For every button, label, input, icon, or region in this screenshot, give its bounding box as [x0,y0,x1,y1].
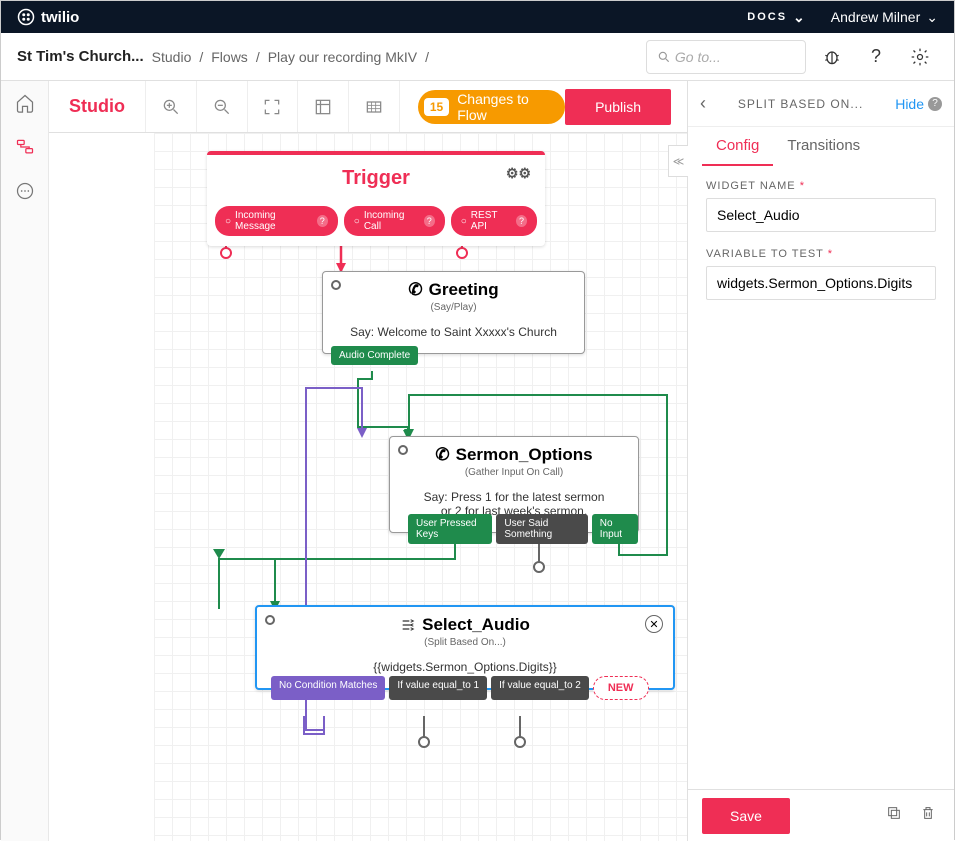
phone-icon: ✆ [408,280,422,300]
widget-trigger[interactable]: Trigger ⚙⚙ ○ Incoming Message ? ○ Incomi… [207,151,545,246]
more-icon[interactable] [9,175,41,207]
fit-screen-button[interactable] [248,81,299,132]
help-icon[interactable]: ? [858,39,894,75]
widget-name-input[interactable] [706,198,936,232]
split-icon [400,617,416,633]
zoom-in-button[interactable] [146,81,197,132]
twilio-icon [17,8,35,26]
debug-icon[interactable] [814,39,850,75]
publish-button[interactable]: Publish [565,89,671,125]
search-icon [657,50,671,64]
breadcrumb-item[interactable]: Studio [152,49,192,65]
docs-link[interactable]: DOCS ⌄ [747,9,807,26]
trigger-rest-api[interactable]: ○ REST API ? [451,206,537,236]
hide-button[interactable]: Hide ? [895,96,942,112]
help-icon: ? [928,97,942,111]
transition-no-condition[interactable]: No Condition Matches [271,676,385,700]
widget-subtype: (Gather Input On Call) [390,467,638,484]
canvas-toolbar: Studio 15 Changes to Flow Publish [49,81,687,133]
tab-transitions[interactable]: Transitions [773,127,874,166]
back-button[interactable]: ‹ [700,93,706,114]
trigger-incoming-message[interactable]: ○ Incoming Message ? [215,206,338,236]
transition-user-said-something[interactable]: User Said Something [496,514,587,544]
widget-subtype: (Say/Play) [323,302,584,319]
phone-icon: ✆ [435,445,449,465]
breadcrumb-bar: St Tim's Church... Studio / Flows / Play… [1,33,954,81]
save-button[interactable]: Save [702,798,790,834]
widget-greeting[interactable]: ✆ Greeting (Say/Play) Say: Welcome to Sa… [322,271,585,354]
transition-equal-1[interactable]: If value equal_to 1 [389,676,487,700]
widget-title: Trigger [342,167,410,190]
brand-name: twilio [41,9,79,26]
studio-title: Studio [49,81,146,132]
user-menu[interactable]: Andrew Milner ⌄ [831,9,938,26]
breadcrumb-item[interactable]: Flows [211,49,248,65]
widget-sermon-options[interactable]: ✆ Sermon_Options (Gather Input On Call) … [389,436,639,533]
changes-pill[interactable]: 15 Changes to Flow [418,90,565,124]
brand-logo[interactable]: twilio [17,8,79,26]
trigger-incoming-call[interactable]: ○ Incoming Call ? [344,206,445,236]
input-port[interactable] [265,615,275,625]
view-button[interactable] [298,81,349,132]
delete-icon[interactable] [916,801,940,830]
collapse-panel-button[interactable]: ≪ [668,145,688,177]
settings-icon[interactable] [902,39,938,75]
add-transition-button[interactable]: NEW [593,676,649,700]
account-name[interactable]: St Tim's Church... [17,48,144,65]
widget-name-label: WIDGET NAME * [706,180,936,192]
left-rail [1,81,49,841]
chevron-down-icon: ⌄ [926,9,938,26]
close-icon[interactable]: ✕ [645,615,663,633]
chevron-down-icon: ⌄ [793,9,807,26]
gear-icon[interactable]: ⚙⚙ [506,165,531,182]
widget-select-audio[interactable]: ✕ Select_Audio (Split Based On...) {{wid… [255,605,675,690]
flow-canvas[interactable]: Trigger ⚙⚙ ○ Incoming Message ? ○ Incomi… [49,133,687,841]
studio-icon[interactable] [9,131,41,163]
grid-button[interactable] [349,81,400,132]
variable-to-test-input[interactable] [706,266,936,300]
widget-subtype: (Split Based On...) [257,637,673,654]
search-input[interactable]: Go to... [646,40,806,74]
transition-audio-complete[interactable]: Audio Complete [331,346,418,365]
transition-equal-2[interactable]: If value equal_to 2 [491,676,589,700]
variable-to-test-label: VARIABLE TO TEST * [706,248,936,260]
breadcrumb-item[interactable]: Play our recording MkIV [268,49,417,65]
changes-label: Changes to Flow [457,91,549,123]
home-icon[interactable] [9,87,41,119]
transition-user-pressed-keys[interactable]: User Pressed Keys [408,514,492,544]
panel-title: SPLIT BASED ON... [716,97,885,111]
duplicate-icon[interactable] [882,801,906,830]
transition-no-input[interactable]: No Input [592,514,638,544]
top-nav-bar: twilio DOCS ⌄ Andrew Milner ⌄ [1,1,954,33]
input-port[interactable] [331,280,341,290]
tab-config[interactable]: Config [702,127,773,166]
changes-count: 15 [424,98,449,116]
config-panel: ≪ ‹ SPLIT BASED ON... Hide ? Config Tran… [687,81,954,841]
zoom-out-button[interactable] [197,81,248,132]
input-port[interactable] [398,445,408,455]
